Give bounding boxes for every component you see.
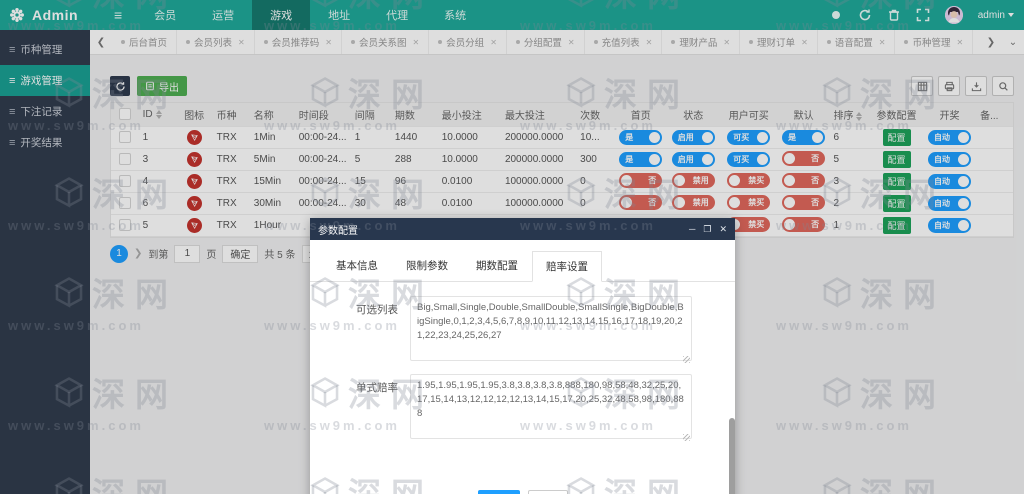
maximize-icon[interactable]: ❐: [703, 224, 711, 235]
modal-scrollbar-thumb[interactable]: [729, 418, 735, 494]
reset-button[interactable]: 重置: [528, 490, 568, 494]
modal-tab-期数配置[interactable]: 期数配置: [462, 250, 532, 281]
modal-title: 参数配置: [318, 222, 358, 237]
close-icon[interactable]: ✕: [719, 224, 727, 235]
form-row: 可选列表: [310, 296, 715, 366]
modal-header[interactable]: 参数配置 ─ ❐ ✕: [310, 218, 735, 240]
modal-tab-赔率设置[interactable]: 赔率设置: [532, 251, 602, 282]
field-wrap: [410, 296, 692, 366]
modal-tab-基本信息[interactable]: 基本信息: [322, 250, 392, 281]
field-textarea-单式赔率[interactable]: [410, 374, 692, 439]
field-label: 可选列表: [310, 296, 410, 366]
modal-form: 可选列表单式赔率: [310, 282, 735, 444]
modal-buttons: 确认 重置: [310, 490, 735, 494]
field-label: 单式赔率: [310, 374, 410, 444]
field-wrap: [410, 374, 692, 444]
modal-tab-限制参数[interactable]: 限制参数: [392, 250, 462, 281]
minimize-icon[interactable]: ─: [689, 224, 695, 235]
confirm-button[interactable]: 确认: [478, 490, 520, 494]
form-row: 单式赔率: [310, 374, 715, 444]
modal-tabs: 基本信息限制参数期数配置赔率设置: [310, 240, 735, 282]
params-config-modal: 参数配置 ─ ❐ ✕ 基本信息限制参数期数配置赔率设置 可选列表单式赔率 确认 …: [310, 218, 735, 494]
field-textarea-可选列表[interactable]: [410, 296, 692, 361]
